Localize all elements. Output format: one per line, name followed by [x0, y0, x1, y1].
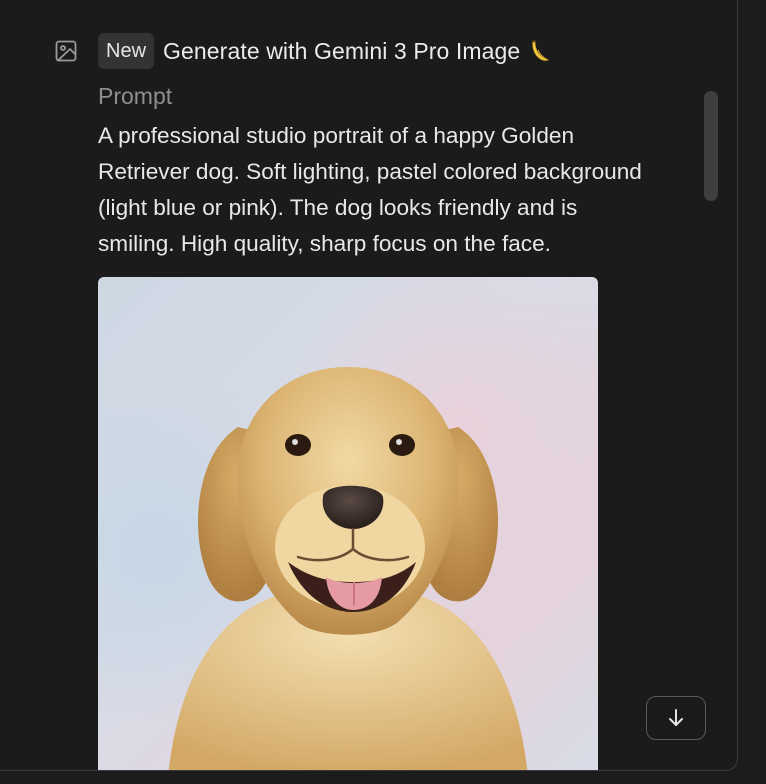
prompt-label: Prompt	[98, 83, 173, 109]
arrow-down-icon	[669, 709, 683, 726]
tool-header: New Generate with Gemini 3 Pro Image	[98, 33, 552, 69]
chat-panel: New Generate with Gemini 3 Pro Image Pro…	[0, 0, 738, 771]
scroll-down-button[interactable]	[646, 696, 706, 740]
generated-image[interactable]	[98, 277, 598, 770]
image-icon	[55, 40, 77, 62]
scrollbar-thumb[interactable]	[704, 91, 718, 201]
dog-portrait	[98, 277, 598, 770]
prompt-text: A professional studio portrait of a happ…	[98, 123, 642, 256]
new-badge: New	[98, 33, 155, 69]
banana-icon	[532, 40, 550, 61]
tool-title: Generate with Gemini 3 Pro Image	[163, 37, 521, 64]
